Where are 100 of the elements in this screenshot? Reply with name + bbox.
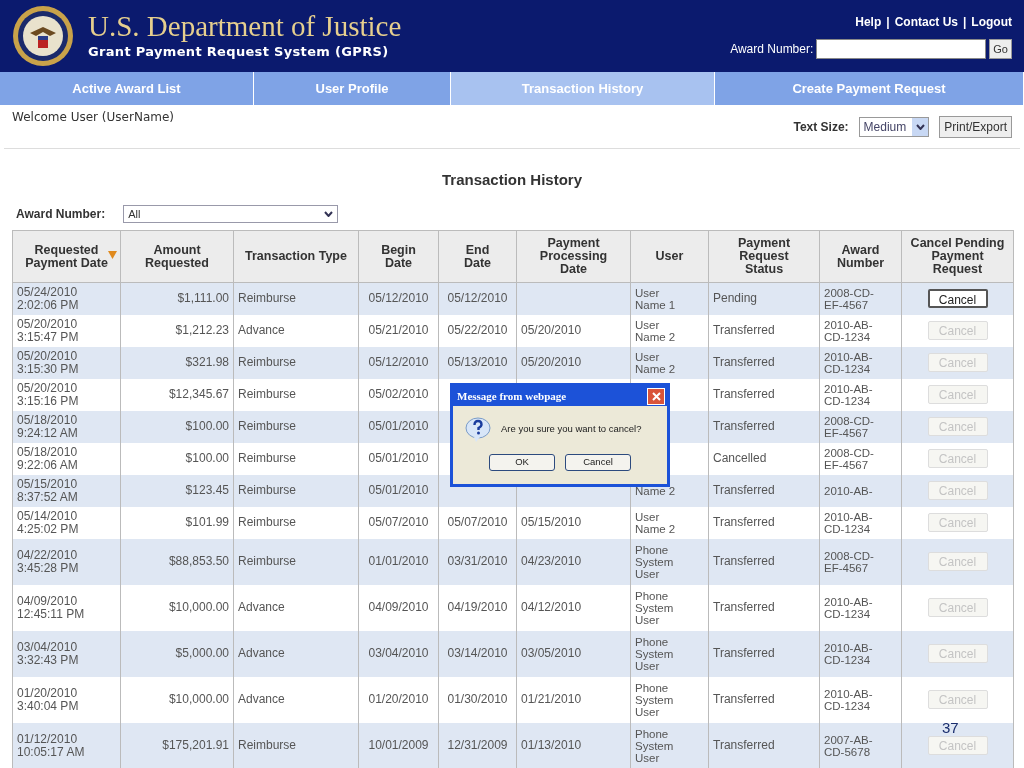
award-cell: 2008-CD- EF-4567 xyxy=(824,414,874,439)
status-cell: Transferred xyxy=(713,600,775,614)
date-cell: 05/07/2010 xyxy=(368,515,429,529)
amount-cell: $10,000.00 xyxy=(168,600,229,614)
status-cell: Transferred xyxy=(713,692,775,706)
date-cell: 05/18/2010 9:24:12 AM xyxy=(17,412,78,440)
type-cell: Reimburse xyxy=(238,291,297,306)
date-cell: 05/02/2010 xyxy=(368,387,429,401)
seal-icon xyxy=(12,5,74,67)
close-button[interactable] xyxy=(647,387,665,405)
award-cell: 2010-AB- CD-1234 xyxy=(824,510,873,535)
column-header[interactable]: Cancel Pending Payment Request xyxy=(901,230,1014,283)
header-link[interactable]: Contact Us xyxy=(894,13,958,31)
column-header[interactable]: Award Number xyxy=(819,230,902,283)
text-size-select[interactable]: Medium xyxy=(858,117,930,137)
type-cell: Advance xyxy=(238,323,285,337)
chevron-down-icon xyxy=(324,211,334,217)
date-cell: 05/14/2010 4:25:02 PM xyxy=(17,508,79,536)
type-cell: Reimburse xyxy=(238,451,297,465)
header-link[interactable]: Help xyxy=(855,13,882,31)
status-cell: Transferred xyxy=(713,515,775,529)
type-cell: Reimburse xyxy=(238,483,297,497)
award-number-label: Award Number: xyxy=(730,41,814,58)
date-cell: 04/19/2010 xyxy=(447,600,508,614)
status-cell: Transferred xyxy=(713,738,775,752)
date-cell: 04/22/2010 3:45:28 PM xyxy=(17,547,79,575)
user-cell: Phone System User xyxy=(635,589,674,626)
type-cell: Advance xyxy=(238,646,285,660)
type-cell: Advance xyxy=(238,692,285,706)
award-cell: 2010-AB- CD-1234 xyxy=(824,382,873,407)
print-export-button[interactable]: Print/Export xyxy=(939,116,1012,138)
award-cell: 2010-AB- CD-1234 xyxy=(824,687,873,712)
amount-cell: $10,000.00 xyxy=(168,692,229,706)
type-cell: Reimburse xyxy=(238,738,297,752)
link-separator: | xyxy=(963,14,967,31)
dialog-button[interactable]: OK xyxy=(489,454,555,471)
column-header[interactable]: Payment Request Status xyxy=(708,230,820,283)
type-cell: Reimburse xyxy=(238,419,297,433)
date-cell: 04/12/2010 xyxy=(521,600,582,614)
amount-cell: $100.00 xyxy=(185,419,229,433)
status-cell: Transferred xyxy=(713,387,775,401)
award-cell: 2010-AB- CD-1234 xyxy=(824,318,873,343)
column-header[interactable]: Transaction Type xyxy=(233,230,359,283)
go-button[interactable]: Go xyxy=(989,39,1012,59)
date-cell: 05/22/2010 xyxy=(447,323,508,337)
header-link[interactable]: Logout xyxy=(971,13,1012,31)
user-cell: User Name 2 xyxy=(635,350,676,375)
date-cell: 04/09/2010 12:45:11 PM xyxy=(17,593,85,621)
amount-cell: $5,000.00 xyxy=(175,646,229,660)
dialog-title: Message from webpage xyxy=(457,388,567,404)
column-header[interactable]: Requested Payment Date xyxy=(12,230,121,283)
award-cell: 2010-AB- CD-1234 xyxy=(824,641,873,666)
date-cell: 04/23/2010 xyxy=(521,554,582,568)
status-cell: Transferred xyxy=(713,554,775,568)
close-icon xyxy=(651,391,661,401)
cancel-button[interactable]: Cancel xyxy=(927,288,988,308)
column-header[interactable]: End Date xyxy=(438,230,517,283)
date-cell: 05/13/2010 xyxy=(447,355,508,369)
date-cell: 05/21/2010 xyxy=(368,323,429,337)
date-cell: 05/01/2010 xyxy=(368,451,429,465)
dialog-button[interactable]: Cancel xyxy=(565,454,631,471)
amount-cell: $100.00 xyxy=(185,451,229,465)
date-cell: 05/18/2010 9:22:06 AM xyxy=(17,444,78,472)
date-cell: 01/12/2010 10:05:17 AM xyxy=(17,731,85,759)
amount-cell: $1,212.23 xyxy=(175,323,229,337)
page-number: 37 xyxy=(942,718,959,738)
user-cell: Phone System User xyxy=(635,727,674,764)
date-cell: 01/20/2010 xyxy=(368,692,429,706)
amount-cell: $321.98 xyxy=(185,355,229,369)
date-cell: 01/13/2010 xyxy=(521,738,582,752)
amount-cell: $88,853.50 xyxy=(168,554,229,568)
type-cell: Reimburse xyxy=(238,515,297,529)
question-icon xyxy=(465,416,491,442)
user-cell: Phone System User xyxy=(635,543,674,580)
dialog-message: Are you sure you want to cancel? xyxy=(501,421,642,436)
date-cell: 01/01/2010 xyxy=(368,554,429,568)
date-cell: 05/20/2010 3:15:47 PM xyxy=(17,316,79,344)
award-number-select[interactable]: All xyxy=(123,205,339,223)
date-cell: 03/14/2010 xyxy=(447,646,508,660)
column-header[interactable]: Payment Processing Date xyxy=(516,230,631,283)
amount-cell: $1,111.00 xyxy=(177,291,229,306)
status-cell: Transferred xyxy=(713,646,775,660)
user-cell: User Name 1 xyxy=(635,286,676,311)
user-cell: User Name 2 xyxy=(635,318,676,343)
date-cell: 05/01/2010 xyxy=(368,419,429,433)
chevron-down-icon xyxy=(915,124,925,130)
type-cell: Advance xyxy=(238,600,285,614)
award-number-field[interactable] xyxy=(816,39,987,59)
page-title: Transaction History xyxy=(441,170,582,190)
date-cell: 03/05/2010 xyxy=(521,646,582,660)
date-cell: 05/15/2010 8:37:52 AM xyxy=(17,476,78,504)
date-cell: 10/01/2009 xyxy=(368,738,429,752)
column-header[interactable]: Amount Requested xyxy=(120,230,234,283)
date-cell: 05/07/2010 xyxy=(447,515,508,529)
column-header[interactable]: Begin Date xyxy=(358,230,439,283)
status-cell: Transferred xyxy=(713,483,775,497)
status-cell: Transferred xyxy=(713,419,775,433)
date-cell: 05/12/2010 xyxy=(368,291,429,306)
column-header[interactable]: User xyxy=(630,230,709,283)
amount-cell: $123.45 xyxy=(185,483,229,497)
